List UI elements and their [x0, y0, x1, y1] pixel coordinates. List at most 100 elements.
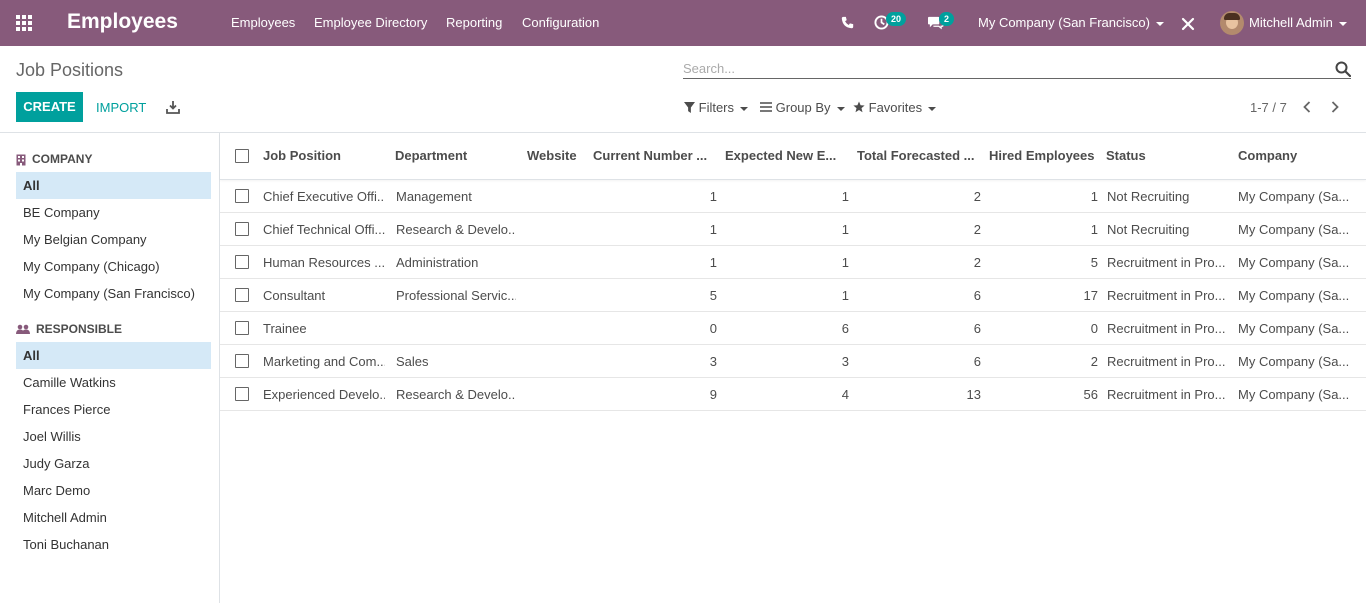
- create-button[interactable]: CREATE: [16, 92, 83, 122]
- user-menu[interactable]: Mitchell Admin: [1249, 15, 1347, 30]
- column-header-company[interactable]: Company: [1238, 148, 1358, 163]
- cell-company: My Company (Sa...: [1238, 387, 1350, 402]
- row-checkbox[interactable]: [235, 387, 249, 401]
- row-checkbox[interactable]: [235, 255, 249, 269]
- table-row[interactable]: Chief Executive Offi... Management 1 1 2 1 Not…: [220, 180, 1366, 213]
- company-filter-item[interactable]: My Company (San Francisco): [16, 280, 211, 307]
- pager-value[interactable]: 1-7 / 7: [1250, 100, 1287, 115]
- table-row[interactable]: Human Resources ... Administration 1 1 2 5 Rec…: [220, 246, 1366, 279]
- import-button[interactable]: IMPORT: [96, 100, 146, 115]
- cell-job-position: Human Resources ...: [263, 255, 385, 270]
- row-checkbox[interactable]: [235, 354, 249, 368]
- cell-expected-new: 1: [841, 189, 849, 204]
- favorites-label: Favorites: [868, 100, 923, 115]
- menu-employee-directory[interactable]: Employee Directory: [314, 15, 427, 30]
- responsible-filter-item[interactable]: Toni Buchanan: [16, 531, 211, 558]
- chevron-down-icon: [1155, 21, 1164, 26]
- table-row[interactable]: Chief Technical Offi... Research & Develo…: [220, 213, 1366, 246]
- responsible-filter-item[interactable]: Mitchell Admin: [16, 504, 211, 531]
- search-icon[interactable]: [1335, 61, 1351, 77]
- filters-label: Filters: [698, 100, 735, 115]
- responsible-filter-item[interactable]: Camille Watkins: [16, 369, 211, 396]
- column-header-hired-employees[interactable]: Hired Employees: [989, 148, 1104, 163]
- responsible-filter-all[interactable]: All: [16, 342, 211, 369]
- chevron-down-icon: [836, 106, 845, 111]
- table-row[interactable]: Consultant Professional Servic... 5 1 6 17 Rec…: [220, 279, 1366, 312]
- company-switcher-label: My Company (San Francisco): [978, 15, 1150, 30]
- menu-configuration[interactable]: Configuration: [522, 15, 599, 30]
- cell-status: Not Recruiting: [1107, 189, 1190, 204]
- menu-reporting[interactable]: Reporting: [446, 15, 502, 30]
- pager-next-icon[interactable]: [1329, 100, 1341, 114]
- download-icon[interactable]: [166, 100, 180, 114]
- cell-company: My Company (Sa...: [1238, 321, 1350, 336]
- cell-department: Administration: [396, 255, 479, 270]
- row-checkbox[interactable]: [235, 189, 249, 203]
- company-filter-item[interactable]: My Company (Chicago): [16, 253, 211, 280]
- responsible-filter-item[interactable]: Judy Garza: [16, 450, 211, 477]
- cell-current-number: 1: [709, 255, 717, 270]
- cell-expected-new: 1: [841, 255, 849, 270]
- groupby-dropdown[interactable]: Group By: [760, 100, 845, 115]
- responsible-filter-header: RESPONSIBLE: [16, 322, 122, 336]
- cell-company: My Company (Sa...: [1238, 354, 1350, 369]
- app-brand[interactable]: Employees: [67, 10, 178, 34]
- company-filter-item[interactable]: BE Company: [16, 199, 211, 226]
- cell-total-forecasted: 6: [973, 321, 981, 336]
- responsible-filter-item[interactable]: Marc Demo: [16, 477, 211, 504]
- favorites-dropdown[interactable]: Favorites: [853, 100, 937, 115]
- cell-company: My Company (Sa...: [1238, 288, 1350, 303]
- column-header-current-number[interactable]: Current Number ...: [593, 148, 713, 163]
- cell-status: Recruitment in Pro...: [1107, 288, 1226, 303]
- menu-employees[interactable]: Employees: [231, 15, 295, 30]
- row-checkbox[interactable]: [235, 288, 249, 302]
- column-header-website[interactable]: Website: [527, 148, 587, 163]
- table-row[interactable]: Marketing and Com... Sales 3 3 6 2 Recruitment…: [220, 345, 1366, 378]
- cell-job-position: Chief Technical Offi...: [263, 222, 385, 237]
- cell-hired-employees: 1: [1090, 189, 1098, 204]
- company-filter-title: COMPANY: [32, 152, 93, 166]
- column-header-job-position[interactable]: Job Position: [263, 148, 383, 163]
- table-row[interactable]: Trainee 0 6 6 0 Recruitment in Pro... My Compa…: [220, 312, 1366, 345]
- filters-dropdown[interactable]: Filters: [684, 100, 749, 115]
- search-bar: [683, 58, 1351, 79]
- cell-status: Not Recruiting: [1107, 222, 1190, 237]
- cell-job-position: Consultant: [263, 288, 326, 303]
- row-checkbox[interactable]: [235, 321, 249, 335]
- column-header-total-forecasted[interactable]: Total Forecasted ...: [857, 148, 977, 163]
- user-avatar[interactable]: [1220, 11, 1244, 35]
- cell-hired-employees: 1: [1090, 222, 1098, 237]
- cell-hired-employees: 17: [1083, 288, 1098, 303]
- column-header-status[interactable]: Status: [1106, 148, 1226, 163]
- phone-icon[interactable]: [841, 16, 854, 29]
- company-filter-all[interactable]: All: [16, 172, 211, 199]
- responsible-filter-title: RESPONSIBLE: [36, 322, 123, 336]
- cell-expected-new: 4: [841, 387, 849, 402]
- responsible-filter-item[interactable]: Frances Pierce: [16, 396, 211, 423]
- cell-company: My Company (Sa...: [1238, 189, 1350, 204]
- company-switcher[interactable]: My Company (San Francisco): [978, 15, 1164, 30]
- table-row[interactable]: Experienced Develo... Research & Develo..…: [220, 378, 1366, 411]
- apps-menu-icon[interactable]: [16, 15, 34, 31]
- debug-tools-icon[interactable]: [1181, 17, 1195, 31]
- column-header-expected-new[interactable]: Expected New E...: [725, 148, 845, 163]
- search-panel: COMPANY All BE Company My Belgian Compan…: [0, 133, 220, 603]
- cell-total-forecasted: 2: [973, 222, 981, 237]
- company-filter-item[interactable]: My Belgian Company: [16, 226, 211, 253]
- cell-status: Recruitment in Pro...: [1107, 387, 1226, 402]
- select-all-checkbox[interactable]: [235, 149, 249, 163]
- cell-total-forecasted: 2: [973, 189, 981, 204]
- filter-icon: [684, 102, 695, 113]
- responsible-filter-item[interactable]: Joel Willis: [16, 423, 211, 450]
- cell-total-forecasted: 6: [973, 354, 981, 369]
- row-checkbox[interactable]: [235, 222, 249, 236]
- breadcrumb-title: Job Positions: [16, 60, 124, 80]
- list-icon: [760, 102, 772, 112]
- pager-previous-icon[interactable]: [1301, 100, 1313, 114]
- column-header-department[interactable]: Department: [395, 148, 515, 163]
- cell-department: Professional Servic...: [396, 288, 516, 303]
- cell-current-number: 5: [709, 288, 717, 303]
- cell-department: Management: [396, 189, 472, 204]
- cell-department: Research & Develo...: [396, 222, 516, 237]
- search-input[interactable]: [683, 58, 1323, 78]
